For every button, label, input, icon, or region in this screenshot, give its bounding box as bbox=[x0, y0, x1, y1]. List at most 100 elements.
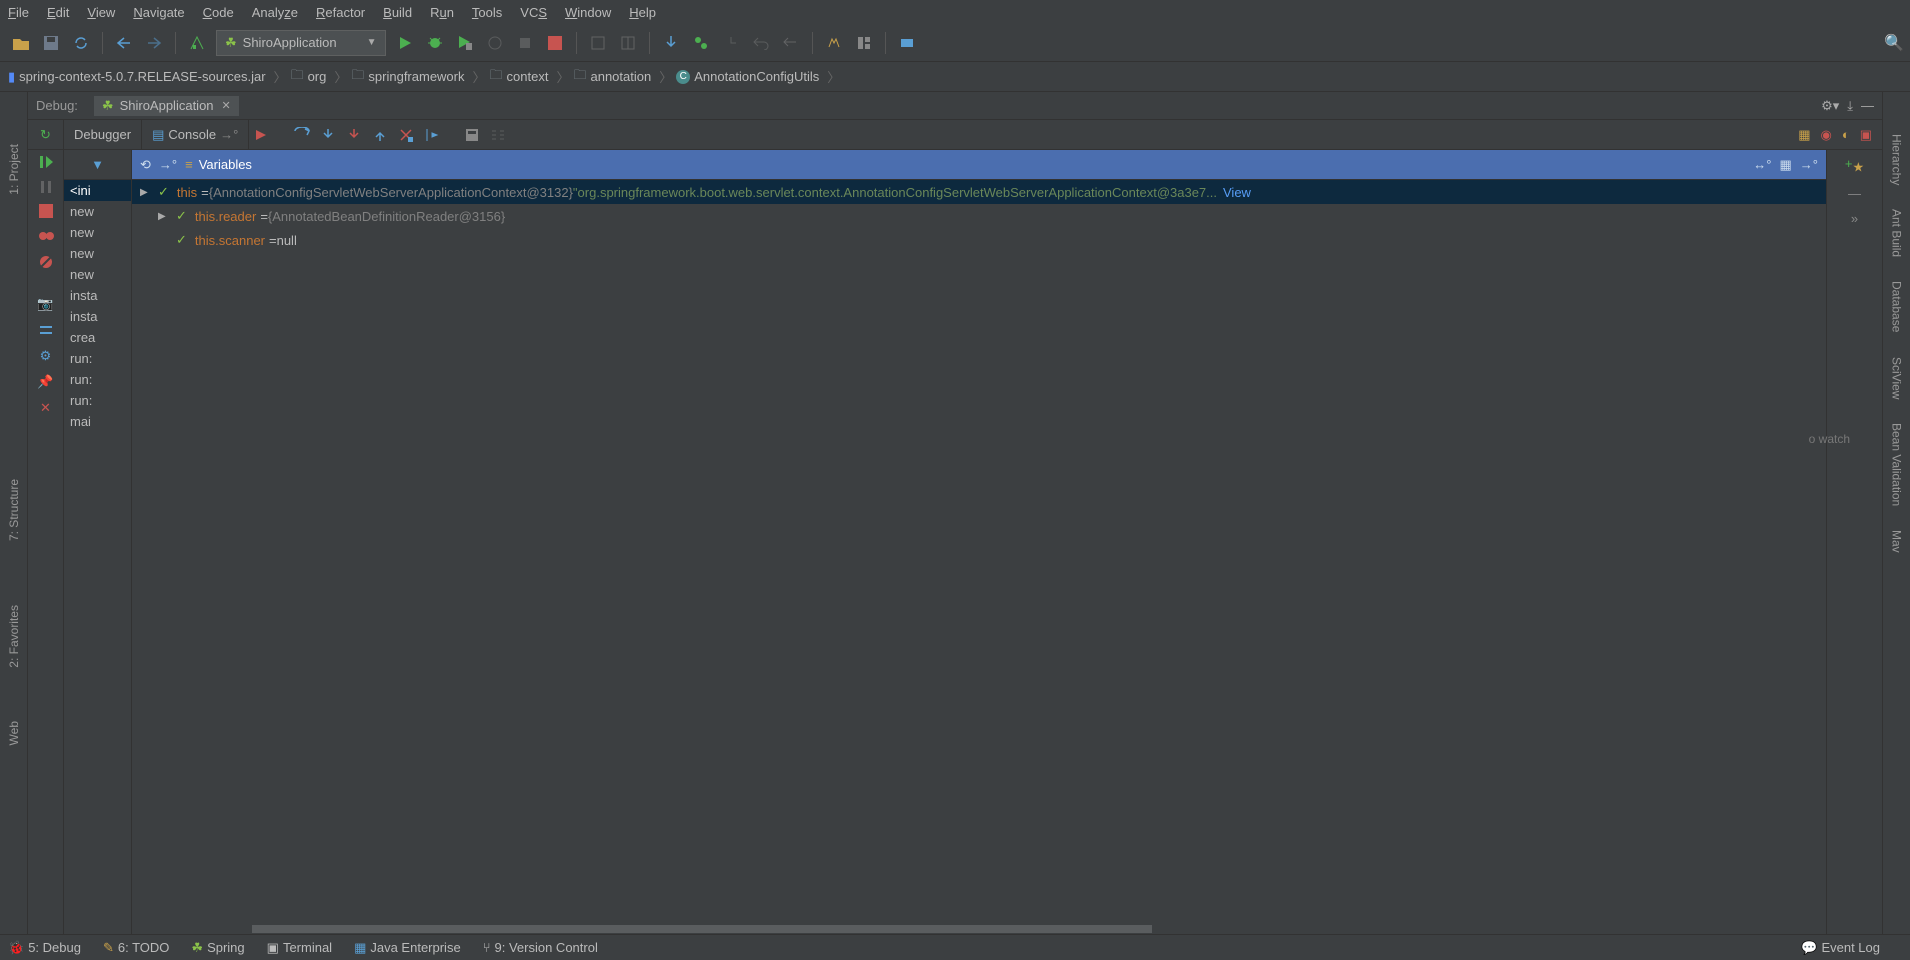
attach-icon[interactable] bbox=[512, 30, 538, 56]
debugger-tab[interactable]: Debugger bbox=[64, 120, 142, 149]
tool-antbuild[interactable]: Ant Build bbox=[1890, 209, 1904, 257]
bb-debug[interactable]: 🐞5: Debug bbox=[8, 940, 81, 956]
menu-window[interactable]: Window bbox=[565, 5, 611, 20]
restore-icon[interactable]: ⟲ bbox=[140, 157, 151, 173]
menu-vcs[interactable]: VCS bbox=[520, 5, 547, 20]
bb-spring[interactable]: ☘Spring bbox=[191, 940, 244, 956]
tool-maven[interactable]: Mav bbox=[1890, 530, 1904, 553]
frame-item[interactable]: new bbox=[64, 222, 131, 243]
variable-row[interactable]: ✓this.scanner = null bbox=[132, 228, 1826, 252]
layout2-icon[interactable] bbox=[615, 30, 641, 56]
step-into-icon[interactable] bbox=[315, 127, 341, 143]
close-debug-icon[interactable]: ✕ bbox=[40, 400, 51, 416]
vcs-update-icon[interactable] bbox=[658, 30, 684, 56]
stop-icon[interactable] bbox=[542, 30, 568, 56]
filter-icon[interactable]: ▼ bbox=[91, 157, 104, 172]
undo-icon[interactable] bbox=[778, 30, 804, 56]
debug-session-tab[interactable]: ☘ ShiroApplication ✕ bbox=[94, 96, 239, 116]
tool-database[interactable]: Database bbox=[1890, 281, 1904, 332]
frame-item[interactable]: <ini bbox=[64, 180, 131, 201]
view-breakpoints-icon[interactable] bbox=[38, 228, 54, 244]
menu-edit[interactable]: Edit bbox=[47, 5, 69, 20]
frame-item[interactable]: new bbox=[64, 201, 131, 222]
remove-watch-icon[interactable]: — bbox=[1848, 186, 1861, 201]
profile-icon[interactable] bbox=[482, 30, 508, 56]
expand-vars-icon[interactable]: →° bbox=[1800, 157, 1818, 173]
crumb-archive[interactable]: ▮spring-context-5.0.7.RELEASE-sources.ja… bbox=[8, 69, 266, 85]
frame-item[interactable]: crea bbox=[64, 327, 131, 348]
tool-structure[interactable]: 7: Structure bbox=[7, 479, 21, 541]
frame-item[interactable]: run: bbox=[64, 369, 131, 390]
sync-icon[interactable] bbox=[68, 30, 94, 56]
crumb-springframework[interactable]: 🗀springframework bbox=[351, 66, 464, 88]
gear2-icon[interactable]: ⚙ bbox=[40, 348, 52, 364]
settings2-icon[interactable] bbox=[38, 322, 54, 338]
sdk-icon[interactable] bbox=[894, 30, 920, 56]
menu-analyze[interactable]: Analyze bbox=[252, 5, 298, 20]
pause-icon[interactable] bbox=[39, 180, 53, 194]
new-watch-icon[interactable]: ↔° bbox=[1753, 157, 1771, 173]
more-watch-icon[interactable]: » bbox=[1851, 211, 1858, 226]
gear-icon[interactable]: ⚙▾ bbox=[1821, 98, 1839, 114]
frame-item[interactable]: new bbox=[64, 243, 131, 264]
bb-eventlog[interactable]: 💬Event Log bbox=[1801, 940, 1880, 956]
bb-terminal[interactable]: ▣Terminal bbox=[267, 940, 332, 956]
crumb-context[interactable]: 🗀context bbox=[490, 66, 549, 88]
vcs-commit-icon[interactable] bbox=[688, 30, 714, 56]
tool-project[interactable]: 1: Project bbox=[7, 144, 21, 195]
tool-beanvalidation[interactable]: Bean Validation bbox=[1890, 423, 1904, 506]
frame-item[interactable]: new bbox=[64, 264, 131, 285]
save-icon[interactable] bbox=[38, 30, 64, 56]
menu-navigate[interactable]: Navigate bbox=[133, 5, 184, 20]
forward-icon[interactable] bbox=[141, 30, 167, 56]
evaluate-icon[interactable] bbox=[459, 127, 485, 143]
menu-view[interactable]: View bbox=[87, 5, 115, 20]
menu-help[interactable]: Help bbox=[629, 5, 656, 20]
tool-hierarchy[interactable]: Hierarchy bbox=[1890, 134, 1904, 185]
frame-item[interactable]: insta bbox=[64, 306, 131, 327]
menu-file[interactable]: File bbox=[8, 5, 29, 20]
run-icon[interactable] bbox=[392, 30, 418, 56]
tool-web[interactable]: Web bbox=[7, 721, 21, 745]
frame-item[interactable]: run: bbox=[64, 348, 131, 369]
camera-icon[interactable]: 📷 bbox=[37, 296, 53, 312]
crumb-class[interactable]: CAnnotationConfigUtils bbox=[676, 69, 819, 84]
menu-build[interactable]: Build bbox=[383, 5, 412, 20]
rerun-icon[interactable]: ↻ bbox=[40, 127, 51, 143]
add-watch-icon[interactable]: +★ bbox=[1845, 156, 1864, 176]
menu-refactor[interactable]: Refactor bbox=[316, 5, 365, 20]
hide-icon[interactable]: — bbox=[1861, 98, 1874, 114]
pin2-icon[interactable]: 📌 bbox=[37, 374, 53, 390]
menu-tools[interactable]: Tools bbox=[472, 5, 502, 20]
mute-breakpoints-icon[interactable] bbox=[38, 254, 54, 270]
crumb-annotation[interactable]: 🗀annotation bbox=[573, 66, 651, 88]
close-tab-icon[interactable]: ✕ bbox=[222, 99, 231, 112]
bb-vcs[interactable]: ⑂9: Version Control bbox=[483, 940, 598, 955]
vcs-history-icon[interactable] bbox=[718, 30, 744, 56]
layout-vars-icon[interactable]: ▦ bbox=[1780, 157, 1792, 173]
frame-item[interactable]: insta bbox=[64, 285, 131, 306]
search-everywhere-icon[interactable]: 🔍 bbox=[1884, 33, 1904, 53]
export-icon[interactable]: ▣ bbox=[1860, 127, 1872, 143]
trace-icon[interactable] bbox=[485, 127, 511, 143]
show-exec-point-icon[interactable] bbox=[249, 128, 275, 142]
bb-javaee[interactable]: ▦Java Enterprise bbox=[354, 940, 461, 956]
project-structure-icon[interactable] bbox=[851, 30, 877, 56]
menu-code[interactable]: Code bbox=[203, 5, 234, 20]
overhead-icon[interactable]: ◉ bbox=[1821, 127, 1832, 143]
debug-icon[interactable] bbox=[422, 30, 448, 56]
restore-layout-icon[interactable]: ⤓ bbox=[1847, 98, 1853, 114]
step-over-icon[interactable] bbox=[289, 127, 315, 143]
tool-favorites[interactable]: 2: Favorites bbox=[7, 605, 21, 668]
force-step-into-icon[interactable] bbox=[341, 127, 367, 143]
drop-frame-icon[interactable] bbox=[393, 127, 419, 143]
console-tab[interactable]: ▤ Console →° bbox=[142, 120, 249, 149]
vcs-revert-icon[interactable] bbox=[748, 30, 774, 56]
horizontal-scrollbar[interactable] bbox=[132, 924, 1826, 934]
frame-item[interactable]: mai bbox=[64, 411, 131, 432]
stop-debug-icon[interactable] bbox=[39, 204, 53, 218]
resume-icon[interactable] bbox=[38, 154, 54, 170]
run-to-cursor-icon[interactable] bbox=[419, 127, 445, 143]
bb-todo[interactable]: ✎6: TODO bbox=[103, 940, 169, 956]
step-out-icon[interactable] bbox=[367, 127, 393, 143]
